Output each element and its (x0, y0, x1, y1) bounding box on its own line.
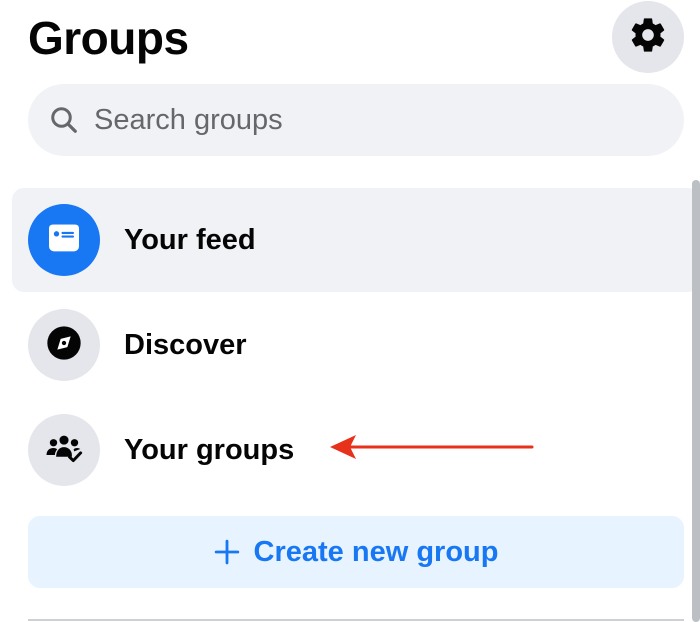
sidebar-item-discover[interactable]: Discover (12, 293, 700, 397)
groups-icon-container (28, 414, 100, 486)
groups-panel: Groups Search groups Your feed Discover … (0, 0, 700, 622)
scrollbar[interactable] (692, 180, 700, 622)
create-new-group-button[interactable]: Create new group (28, 516, 684, 588)
gear-icon (628, 15, 668, 60)
sidebar-item-label: Discover (124, 328, 247, 361)
settings-button[interactable] (612, 1, 684, 73)
compass-icon-container (28, 309, 100, 381)
plus-icon (214, 539, 240, 565)
create-new-group-label: Create new group (253, 535, 499, 568)
feed-icon (44, 218, 84, 263)
compass-icon (44, 323, 84, 368)
feed-icon-container (28, 204, 100, 276)
search-bar[interactable] (28, 84, 684, 156)
page-title: Groups (28, 12, 189, 64)
search-input[interactable] (92, 102, 656, 138)
sidebar-item-label: Your groups (124, 433, 295, 466)
sidebar-item-your-feed[interactable]: Your feed (12, 188, 700, 292)
divider (28, 619, 684, 621)
annotation-arrow-icon (330, 435, 534, 459)
sidebar-item-label: Your feed (124, 223, 256, 256)
groups-icon (43, 427, 85, 474)
search-icon (48, 104, 80, 136)
